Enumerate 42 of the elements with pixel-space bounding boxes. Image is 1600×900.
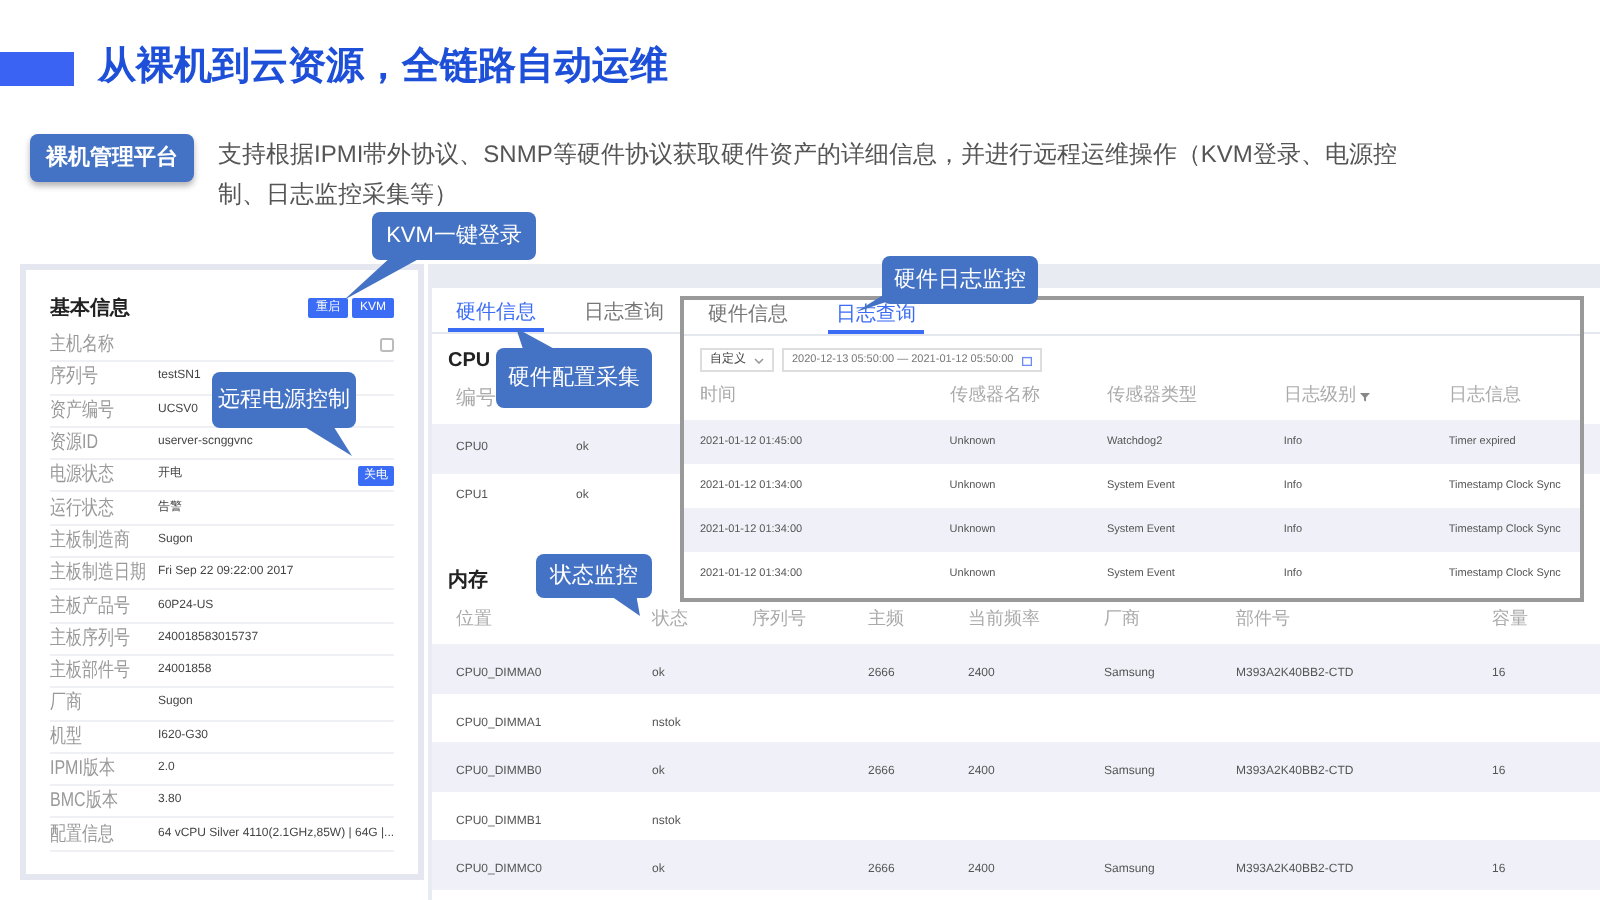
- column-header: 传感器类型: [1107, 382, 1198, 409]
- field-label: 资产编号: [50, 399, 116, 422]
- column-header: 部件号: [1236, 605, 1292, 632]
- field-label: 主机名称: [50, 334, 116, 357]
- filter-icon[interactable]: [1359, 391, 1370, 401]
- card-title: 基本信息: [50, 295, 130, 323]
- accent-bar: [0, 51, 74, 86]
- column-header: 日志级别: [1283, 382, 1356, 409]
- tab[interactable]: 硬件信息: [700, 306, 796, 334]
- field-label: 配置信息: [50, 823, 116, 846]
- column-header: 位置: [456, 605, 494, 632]
- column-header: 序列号: [752, 605, 808, 632]
- description: 支持根据IPMI带外协议、SNMP等硬件协议获取硬件资产的详细信息，并进行远程运维操作（KVM登录、电源控制、日志监控采集等）: [218, 137, 1399, 211]
- field-label: 厂商: [50, 692, 84, 715]
- platform-badge: 裸机管理平台: [30, 133, 194, 182]
- field-label: 主板产品号: [50, 595, 132, 618]
- tab[interactable]: 日志查询: [576, 304, 672, 332]
- section-title: CPU: [448, 347, 491, 375]
- field-label: 运行状态: [50, 497, 116, 520]
- field-label: 资源ID: [50, 432, 100, 455]
- column-header: 编号: [456, 385, 496, 414]
- field-label: 机型: [50, 725, 84, 748]
- field-label: BMC版本: [50, 790, 120, 813]
- slide-title: 从裸机到云资源，全链路自动运维: [98, 43, 668, 92]
- field-label: 主板部件号: [50, 660, 132, 683]
- column-header: 日志信息: [1448, 382, 1521, 409]
- calendar-icon: [1021, 355, 1032, 365]
- section-title: 内存: [448, 567, 488, 595]
- column-header: 时间: [700, 382, 736, 409]
- column-header: 当前频率: [968, 605, 1042, 632]
- column-header: 主频: [868, 605, 906, 632]
- copy-icon[interactable]: [380, 338, 394, 353]
- field-label: 电源状态: [50, 464, 116, 487]
- column-header: 状态: [652, 605, 690, 632]
- column-header: 传感器名称: [949, 382, 1040, 409]
- caret-icon: [754, 357, 764, 363]
- field-label: 主板制造商: [50, 529, 132, 552]
- field-label: IPMI版本: [50, 758, 117, 780]
- column-header: 厂商: [1104, 605, 1142, 632]
- field-label: 序列号: [50, 366, 100, 389]
- field-label: 主板序列号: [50, 627, 132, 650]
- column-header: 容量: [1492, 605, 1530, 632]
